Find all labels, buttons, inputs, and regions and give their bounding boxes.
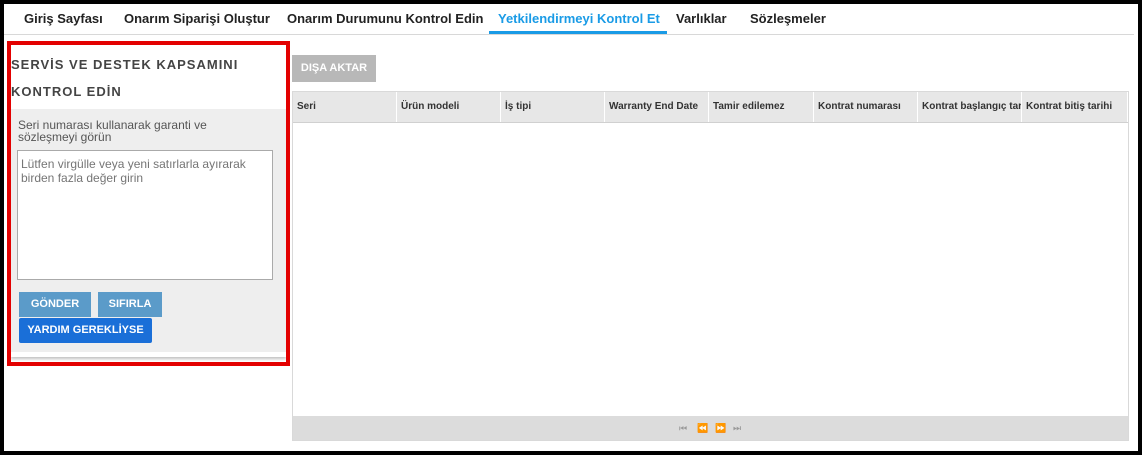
column-header-contract-start-date[interactable]: Kontrat başlangıç tarihi bbox=[918, 92, 1022, 122]
tab-home[interactable]: Giriş Sayfası bbox=[24, 4, 103, 34]
last-page-icon[interactable]: ⏭ bbox=[733, 416, 741, 440]
red-highlight-box bbox=[7, 41, 290, 366]
export-button[interactable]: DIŞA AKTAR bbox=[292, 55, 376, 82]
column-header-serial[interactable]: Seri bbox=[293, 92, 397, 122]
column-header-job-type[interactable]: İş tipi bbox=[501, 92, 605, 122]
tab-check-repair-status[interactable]: Onarım Durumunu Kontrol Edin bbox=[287, 4, 483, 34]
column-header-contract-end-date[interactable]: Kontrat bitiş tarihi bbox=[1022, 92, 1128, 122]
column-header-warranty-end-date[interactable]: Warranty End Date bbox=[605, 92, 709, 122]
top-navigation: Giriş Sayfası Onarım Siparişi Oluştur On… bbox=[4, 4, 1134, 35]
tab-create-repair-order[interactable]: Onarım Siparişi Oluştur bbox=[124, 4, 270, 34]
grid-header: Seri Ürün modeli İş tipi Warranty End Da… bbox=[293, 92, 1128, 123]
previous-page-icon[interactable]: ⏪ bbox=[697, 416, 708, 440]
grid-pager: ⏮ ⏪ ⏩ ⏭ bbox=[293, 416, 1128, 440]
active-tab-indicator bbox=[489, 31, 667, 34]
next-page-icon[interactable]: ⏩ bbox=[715, 416, 726, 440]
tab-contracts[interactable]: Sözleşmeler bbox=[750, 4, 826, 34]
tab-assets[interactable]: Varlıklar bbox=[676, 4, 727, 34]
tab-check-entitlement[interactable]: Yetkilendirmeyi Kontrol Et bbox=[498, 4, 660, 34]
column-header-unrepairable[interactable]: Tamir edilemez bbox=[709, 92, 814, 122]
column-header-contract-number[interactable]: Kontrat numarası bbox=[814, 92, 918, 122]
results-grid: Seri Ürün modeli İş tipi Warranty End Da… bbox=[292, 91, 1129, 441]
first-page-icon[interactable]: ⏮ bbox=[679, 416, 687, 440]
column-header-product-model[interactable]: Ürün modeli bbox=[397, 92, 501, 122]
